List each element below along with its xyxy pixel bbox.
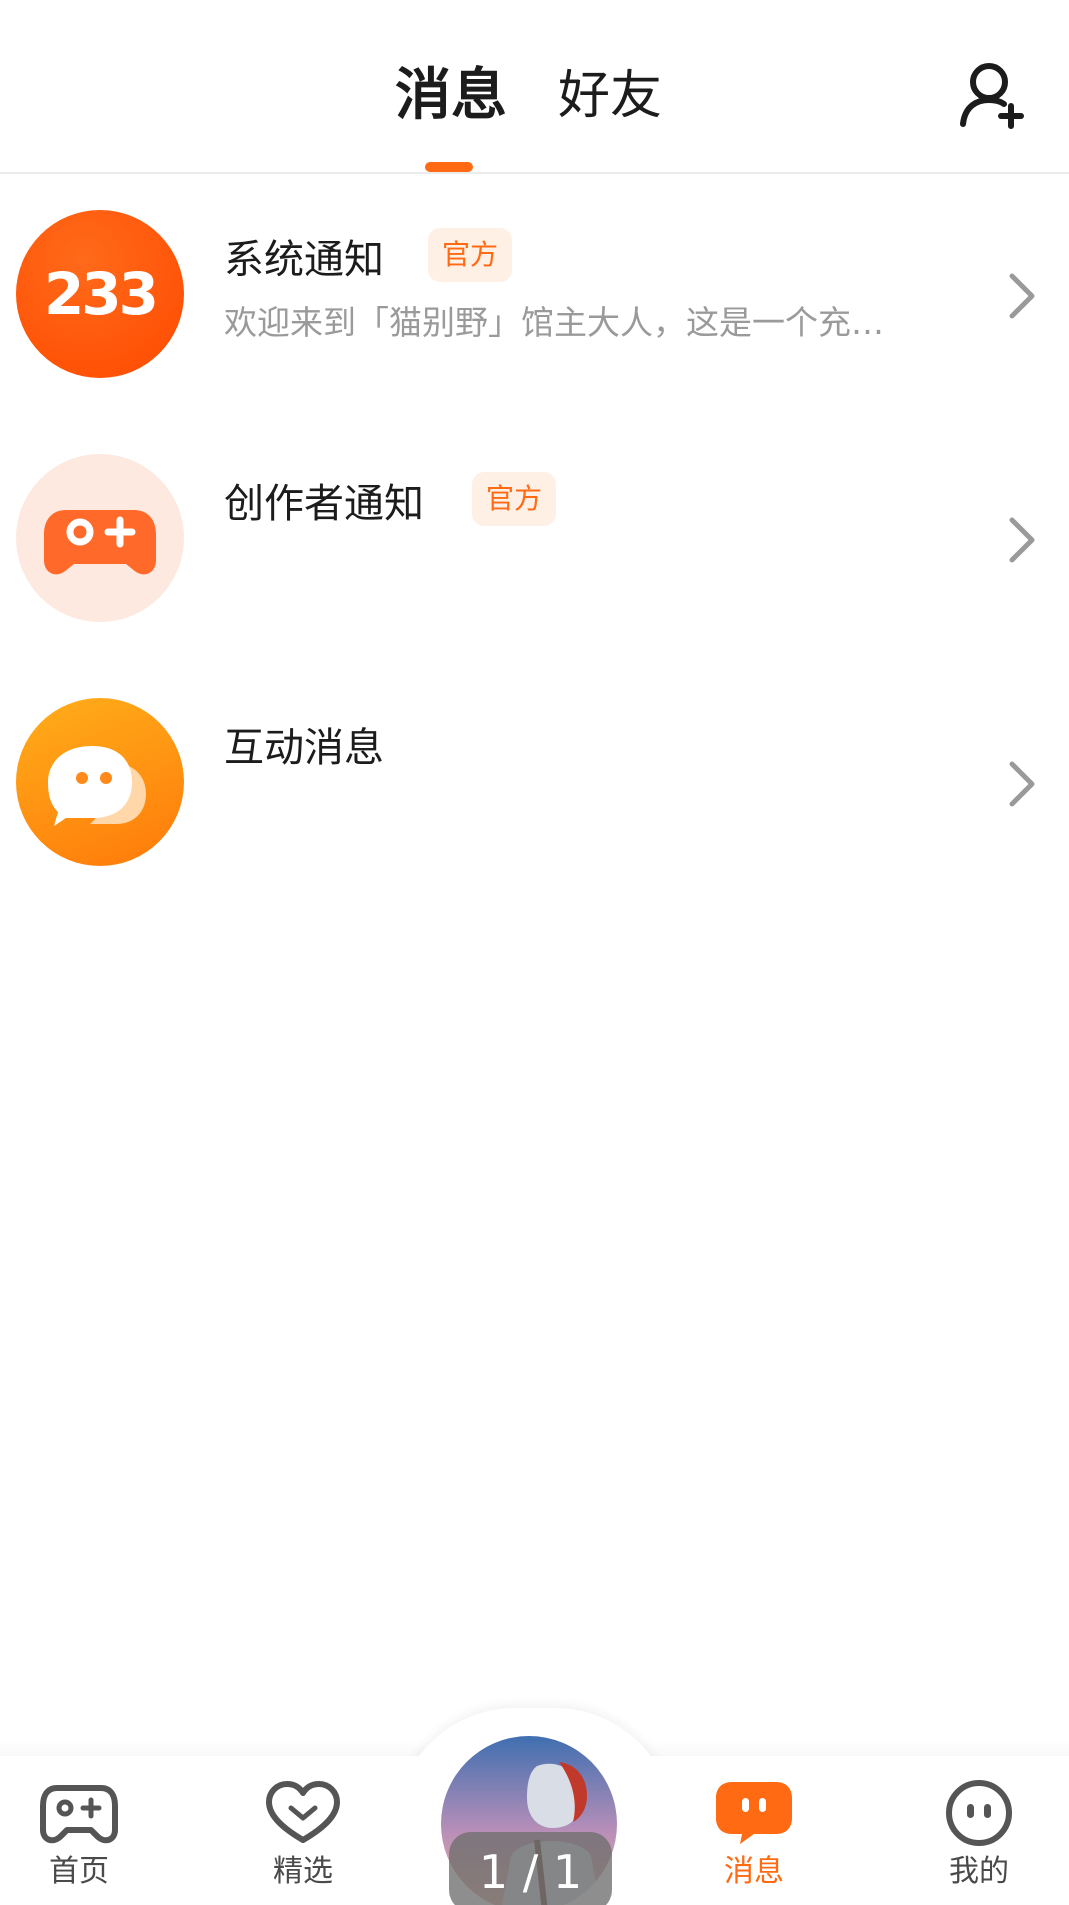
system-notice-avatar: 233: [16, 210, 184, 378]
interaction-avatar: [16, 698, 184, 866]
system-notice-title: 系统通知: [224, 237, 384, 283]
nav-mine[interactable]: 我的: [909, 1780, 1049, 1905]
heart-icon: [266, 1781, 340, 1843]
tab-friends[interactable]: 好友: [558, 60, 662, 132]
official-badge: 官方: [472, 472, 557, 526]
nav-mine-label: 我的: [949, 1854, 1009, 1889]
page-counter: 1 / 1: [449, 1832, 612, 1905]
nav-messages[interactable]: 消息: [684, 1780, 824, 1905]
active-tab-indicator: [425, 162, 473, 172]
chevron-right-icon: [1009, 517, 1035, 563]
creator-notice-avatar: [16, 454, 184, 622]
gamepad-icon: [44, 510, 156, 575]
add-friend-button[interactable]: [955, 58, 1027, 130]
add-person-icon: [960, 63, 1024, 129]
header-tabs: 消息 好友: [0, 0, 1069, 174]
chevron-right-icon: [1009, 273, 1035, 319]
top-header: 消息 好友: [0, 0, 1069, 174]
message-bubble-icon: [716, 1782, 792, 1844]
tab-messages[interactable]: 消息: [395, 60, 507, 132]
list-item-interaction[interactable]: 互动消息: [0, 664, 1069, 908]
interaction-title: 互动消息: [224, 725, 384, 771]
nav-featured[interactable]: 精选: [233, 1780, 373, 1905]
nav-featured-label: 精选: [273, 1854, 333, 1889]
creator-notice-title: 创作者通知: [224, 481, 424, 527]
gamepad-icon: [40, 1785, 118, 1844]
nav-messages-label: 消息: [724, 1854, 784, 1889]
list-item-creator-notice[interactable]: 创作者通知 官方: [0, 420, 1069, 664]
chevron-right-icon: [1009, 761, 1035, 807]
nav-home-label: 首页: [49, 1854, 109, 1889]
svg-text:233: 233: [44, 260, 156, 328]
nav-home[interactable]: 首页: [9, 1780, 149, 1905]
face-icon: [946, 1780, 1012, 1846]
chat-bubble-face-icon: [48, 746, 146, 826]
app-logo-233-icon: 233: [44, 260, 159, 328]
list-item-system-notice[interactable]: 233 系统通知 官方 欢迎来到「猫别野」馆主大人，这是一个充…: [0, 176, 1069, 420]
system-notice-preview: 欢迎来到「猫别野」馆主大人，这是一个充…: [224, 303, 884, 342]
official-badge: 官方: [428, 228, 513, 282]
